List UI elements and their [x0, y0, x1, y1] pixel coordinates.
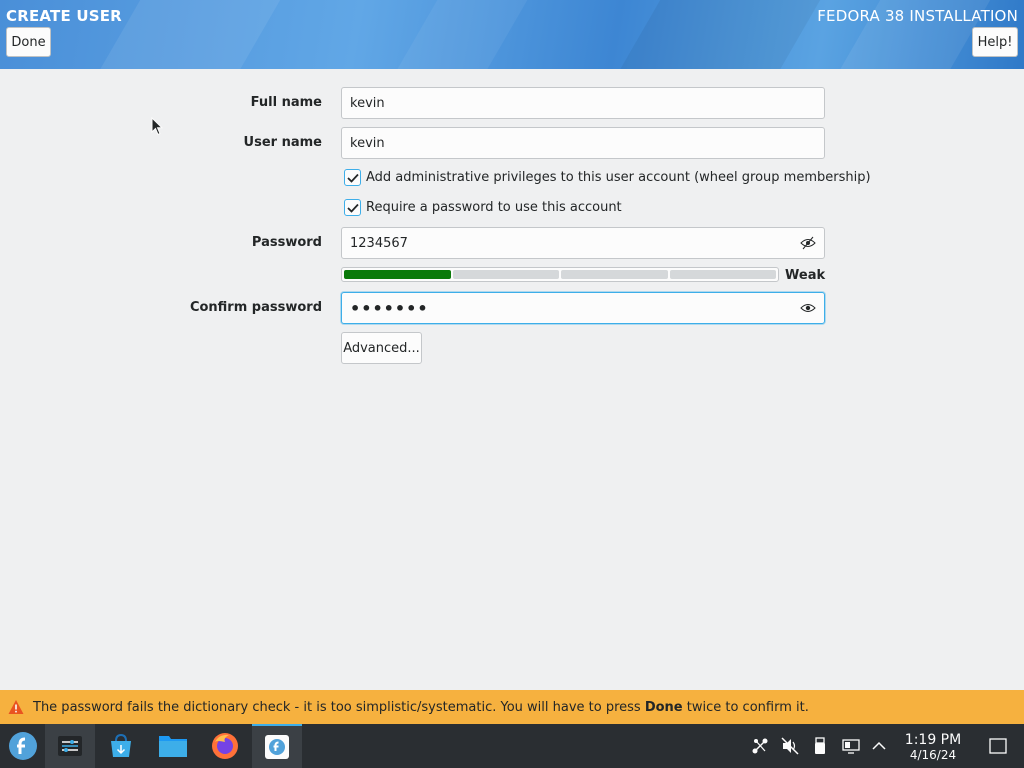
tray-display[interactable]	[838, 724, 864, 768]
product-title: FEDORA 38 INSTALLATION	[817, 7, 1018, 25]
user-name-field[interactable]: kevin	[341, 127, 825, 159]
settings-icon	[58, 736, 82, 756]
volume-muted-icon	[781, 737, 799, 755]
password-strength-label: Weak	[785, 268, 826, 283]
application-launcher[interactable]	[0, 724, 45, 768]
tray-volume[interactable]	[777, 724, 803, 768]
password-strength-meter	[341, 267, 779, 282]
taskbar-file-manager[interactable]	[148, 724, 198, 768]
clock-date: 4/16/24	[909, 748, 957, 762]
help-button[interactable]: Help!	[972, 27, 1018, 57]
warning-icon	[8, 700, 24, 714]
show-password-icon[interactable]	[800, 301, 816, 315]
checkmark-icon	[346, 173, 359, 183]
software-store-icon	[111, 733, 131, 757]
taskbar-firefox[interactable]	[200, 724, 250, 768]
warning-bar: The password fails the dictionary check …	[0, 690, 1024, 724]
clock[interactable]: 1:19 PM 4/16/24	[900, 732, 966, 762]
file-manager-icon	[159, 736, 187, 757]
admin-privileges-checkbox[interactable]	[344, 169, 361, 186]
taskbar-software-store[interactable]	[96, 724, 146, 768]
clock-time: 1:19 PM	[904, 732, 962, 748]
confirm-password-label: Confirm password	[189, 300, 322, 315]
hide-password-icon[interactable]	[800, 236, 816, 250]
password-value: 1234567	[350, 235, 408, 251]
taskbar-settings[interactable]	[45, 724, 95, 768]
tray-usb[interactable]	[807, 724, 833, 768]
show-desktop-button[interactable]	[985, 724, 1011, 768]
confirm-password-value: •••••••	[350, 298, 429, 318]
checkmark-icon	[346, 203, 359, 213]
confirm-password-field[interactable]: •••••••	[341, 292, 825, 324]
usb-icon	[815, 737, 825, 754]
mouse-cursor-icon	[151, 117, 163, 136]
display-icon	[842, 739, 860, 754]
tray-expand[interactable]	[866, 724, 892, 768]
header-bar: CREATE USER FEDORA 38 INSTALLATION Done …	[0, 0, 1024, 69]
show-desktop-icon	[989, 738, 1007, 754]
tray-network[interactable]	[747, 724, 773, 768]
page-title: CREATE USER	[6, 7, 122, 25]
password-field[interactable]: 1234567	[341, 227, 825, 259]
require-password-option[interactable]: Require a password to use this account	[344, 199, 622, 216]
require-password-checkbox[interactable]	[344, 199, 361, 216]
warning-message: The password fails the dictionary check …	[33, 699, 809, 715]
network-icon	[752, 738, 768, 754]
user-name-label: User name	[243, 135, 322, 150]
advanced-button[interactable]: Advanced...	[341, 332, 422, 364]
admin-privileges-label: Add administrative privileges to this us…	[366, 170, 871, 185]
full-name-value: kevin	[350, 95, 385, 111]
user-name-value: kevin	[350, 135, 385, 151]
firefox-icon	[212, 733, 238, 759]
full-name-field[interactable]: kevin	[341, 87, 825, 119]
tray-expand-icon	[872, 741, 886, 750]
done-button[interactable]: Done	[6, 27, 51, 57]
require-password-label: Require a password to use this account	[366, 200, 622, 215]
anaconda-installer-icon	[265, 735, 289, 759]
taskbar: 1:19 PM 4/16/24	[0, 724, 1024, 768]
password-label: Password	[251, 235, 322, 250]
admin-privileges-option[interactable]: Add administrative privileges to this us…	[344, 169, 871, 186]
taskbar-anaconda-installer[interactable]	[252, 724, 302, 768]
full-name-label: Full name	[250, 95, 322, 110]
fedora-launcher-icon	[8, 732, 37, 760]
